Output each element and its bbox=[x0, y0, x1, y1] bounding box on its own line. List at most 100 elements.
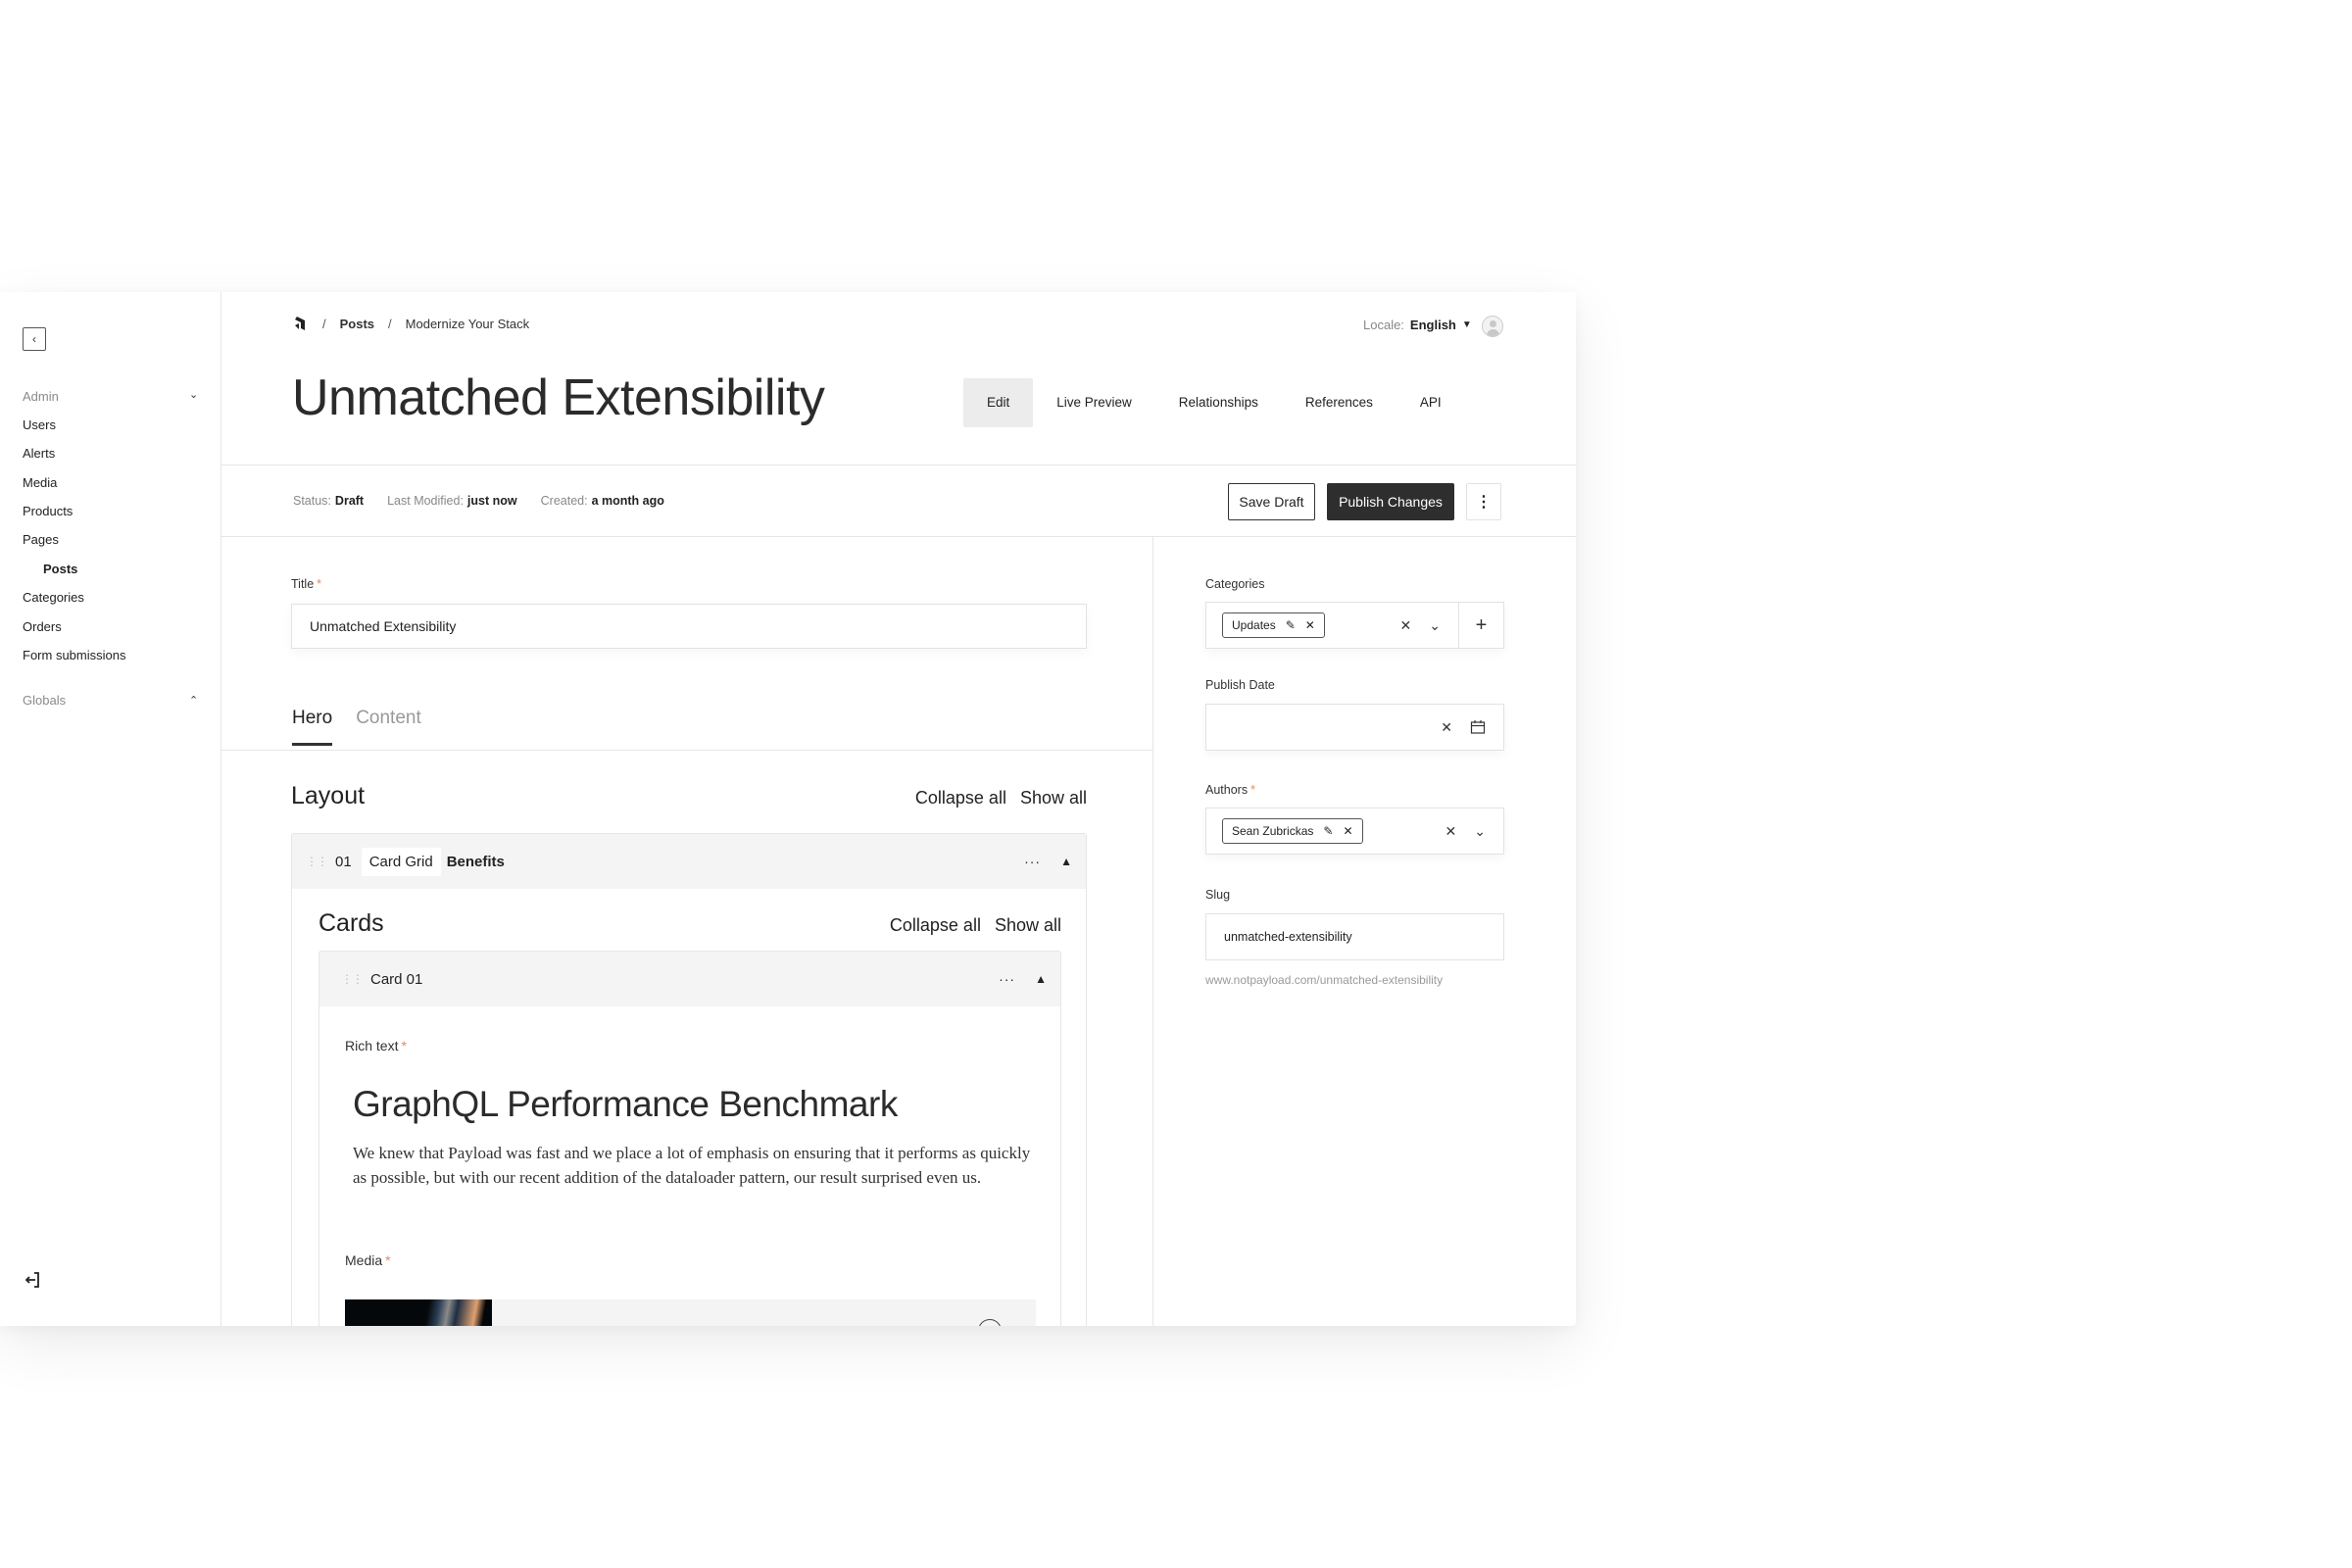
status-badge: Draft bbox=[334, 494, 365, 508]
divider bbox=[1152, 536, 1153, 1326]
slug-field[interactable] bbox=[1205, 913, 1504, 960]
logout-icon[interactable] bbox=[24, 1270, 43, 1290]
breadcrumb: / Posts / Modernize Your Stack bbox=[293, 316, 529, 331]
rich-text-heading[interactable]: GraphQL Performance Benchmark bbox=[353, 1084, 898, 1125]
chevron-up-icon[interactable]: ⌃ bbox=[189, 694, 198, 707]
chevron-down-icon[interactable]: ⌄ bbox=[189, 388, 198, 401]
status-item: Status: Draft bbox=[293, 494, 365, 508]
layout-show-all-button[interactable]: Show all bbox=[1020, 788, 1087, 808]
sidebar-item-products[interactable]: Products bbox=[23, 504, 73, 518]
breadcrumb-posts[interactable]: Posts bbox=[340, 317, 374, 331]
chevron-left-icon: ‹ bbox=[32, 332, 36, 346]
locale-label: Locale: bbox=[1363, 318, 1404, 332]
media-upload[interactable] bbox=[345, 1299, 1036, 1326]
collapse-sidebar-button[interactable]: ‹ bbox=[23, 327, 46, 351]
author-chip: Sean Zubrickas ✎ ✕ bbox=[1222, 818, 1363, 844]
category-chip: Updates ✎ ✕ bbox=[1222, 612, 1325, 638]
authors-field[interactable]: Sean Zubrickas ✎ ✕ ✕ ⌄ bbox=[1205, 808, 1504, 855]
chevron-down-icon[interactable]: ⌄ bbox=[1474, 823, 1486, 840]
tab-edit[interactable]: Edit bbox=[963, 378, 1034, 427]
card-header[interactable]: ⋮⋮ Card 01 ··· ▲ bbox=[319, 952, 1060, 1006]
cards-heading: Cards bbox=[318, 909, 384, 937]
cards-show-all-button[interactable]: Show all bbox=[995, 915, 1061, 936]
breadcrumb-separator: / bbox=[388, 316, 392, 331]
authors-label: Authors * bbox=[1205, 783, 1255, 797]
add-category-button[interactable]: + bbox=[1458, 603, 1503, 648]
more-horizontal-icon[interactable]: ··· bbox=[999, 971, 1015, 987]
save-draft-button[interactable]: Save Draft bbox=[1228, 483, 1315, 520]
tab-live-preview[interactable]: Live Preview bbox=[1033, 378, 1155, 427]
publish-date-field[interactable]: ✕ bbox=[1205, 704, 1504, 751]
remove-icon[interactable]: ✕ bbox=[1305, 618, 1315, 632]
sidebar-item-alerts[interactable]: Alerts bbox=[23, 446, 55, 461]
title-input[interactable] bbox=[291, 604, 1087, 649]
required-asterisk: * bbox=[317, 577, 322, 591]
user-avatar[interactable] bbox=[1482, 316, 1503, 337]
clear-icon[interactable]: ✕ bbox=[1400, 617, 1412, 634]
categories-label: Categories bbox=[1205, 577, 1265, 591]
tab-api[interactable]: API bbox=[1396, 378, 1442, 427]
cards-collapse-all-button[interactable]: Collapse all bbox=[890, 915, 981, 936]
page-title: Unmatched Extensibility bbox=[292, 369, 825, 426]
nav-group-globals[interactable]: Globals bbox=[23, 693, 66, 708]
block-name: Benefits bbox=[446, 853, 505, 870]
sidebar-item-media[interactable]: Media bbox=[23, 475, 57, 490]
divider bbox=[221, 750, 1152, 751]
block-index: 01 bbox=[335, 853, 352, 870]
more-horizontal-icon[interactable]: ··· bbox=[1024, 854, 1041, 869]
tab-relationships[interactable]: Relationships bbox=[1155, 378, 1282, 427]
rich-text-label: Rich text * bbox=[345, 1038, 407, 1054]
edit-icon[interactable]: ✎ bbox=[1286, 618, 1296, 632]
slug-url-hint: www.notpayload.com/unmatched-extensibili… bbox=[1205, 973, 1444, 987]
locale-value: English bbox=[1409, 318, 1456, 332]
drag-handle-icon[interactable]: ⋮⋮ bbox=[341, 972, 364, 986]
tab-references[interactable]: References bbox=[1282, 378, 1396, 427]
clear-icon[interactable]: ✕ bbox=[1441, 719, 1452, 736]
sidebar-item-categories[interactable]: Categories bbox=[23, 590, 84, 605]
clear-icon[interactable]: ✕ bbox=[1446, 823, 1457, 840]
sidebar-item-form-submissions[interactable]: Form submissions bbox=[23, 648, 125, 662]
layout-section-header: Layout Collapse all Show all bbox=[291, 782, 1087, 810]
tab-content[interactable]: Content bbox=[356, 708, 421, 743]
payload-logo-icon[interactable] bbox=[293, 316, 309, 331]
vertical-dots-icon: ⋮ bbox=[1476, 494, 1492, 511]
form-tabs: Hero Content bbox=[292, 708, 421, 746]
breadcrumb-separator: / bbox=[322, 316, 326, 331]
divider bbox=[221, 536, 1576, 537]
required-asterisk: * bbox=[385, 1252, 391, 1268]
categories-field[interactable]: Updates ✎ ✕ ✕ ⌄ + bbox=[1205, 602, 1504, 649]
locale-selector[interactable]: Locale: English ▼ bbox=[1363, 318, 1472, 332]
sidebar-item-orders[interactable]: Orders bbox=[23, 619, 62, 634]
media-action-icon[interactable] bbox=[978, 1319, 1002, 1326]
nav-group-admin[interactable]: Admin bbox=[23, 389, 59, 404]
layout-collapse-all-button[interactable]: Collapse all bbox=[915, 788, 1006, 808]
required-asterisk: * bbox=[401, 1038, 407, 1054]
rich-text-body[interactable]: We knew that Payload was fast and we pla… bbox=[353, 1141, 1039, 1190]
drag-handle-icon[interactable]: ⋮⋮ bbox=[306, 855, 328, 868]
cards-section-header: Cards Collapse all Show all bbox=[318, 909, 1061, 938]
last-modified: Last Modified: just now bbox=[387, 494, 517, 508]
sidebar-item-users[interactable]: Users bbox=[23, 417, 56, 432]
breadcrumb-current: Modernize Your Stack bbox=[405, 316, 530, 331]
block-header[interactable]: ⋮⋮ 01 Card Grid Benefits ··· ▲ bbox=[292, 834, 1086, 889]
calendar-icon[interactable] bbox=[1470, 719, 1486, 735]
more-options-button[interactable]: ⋮ bbox=[1466, 483, 1501, 520]
edit-icon[interactable]: ✎ bbox=[1323, 824, 1333, 838]
media-thumbnail bbox=[345, 1299, 492, 1326]
chevron-up-icon[interactable]: ▲ bbox=[1035, 972, 1047, 986]
chevron-down-icon[interactable]: ⌄ bbox=[1429, 617, 1441, 634]
publish-changes-button[interactable]: Publish Changes bbox=[1327, 483, 1454, 520]
sidebar-item-posts[interactable]: Posts bbox=[43, 562, 77, 576]
card-label: Card 01 bbox=[370, 970, 423, 988]
sidebar: ‹ Admin ⌄ Users Alerts Media Products Pa… bbox=[0, 292, 221, 1326]
sidebar-item-pages[interactable]: Pages bbox=[23, 532, 59, 547]
slug-input[interactable] bbox=[1206, 930, 1503, 944]
document-status: Status: Draft Last Modified: just now Crea… bbox=[293, 494, 664, 508]
slug-label: Slug bbox=[1205, 888, 1231, 902]
chevron-up-icon[interactable]: ▲ bbox=[1060, 855, 1072, 868]
card-block: ⋮⋮ Card 01 ··· ▲ bbox=[318, 951, 1061, 1326]
block-type-pill: Card Grid bbox=[361, 847, 441, 876]
media-label: Media * bbox=[345, 1252, 391, 1268]
remove-icon[interactable]: ✕ bbox=[1343, 824, 1352, 838]
tab-hero[interactable]: Hero bbox=[292, 708, 333, 746]
